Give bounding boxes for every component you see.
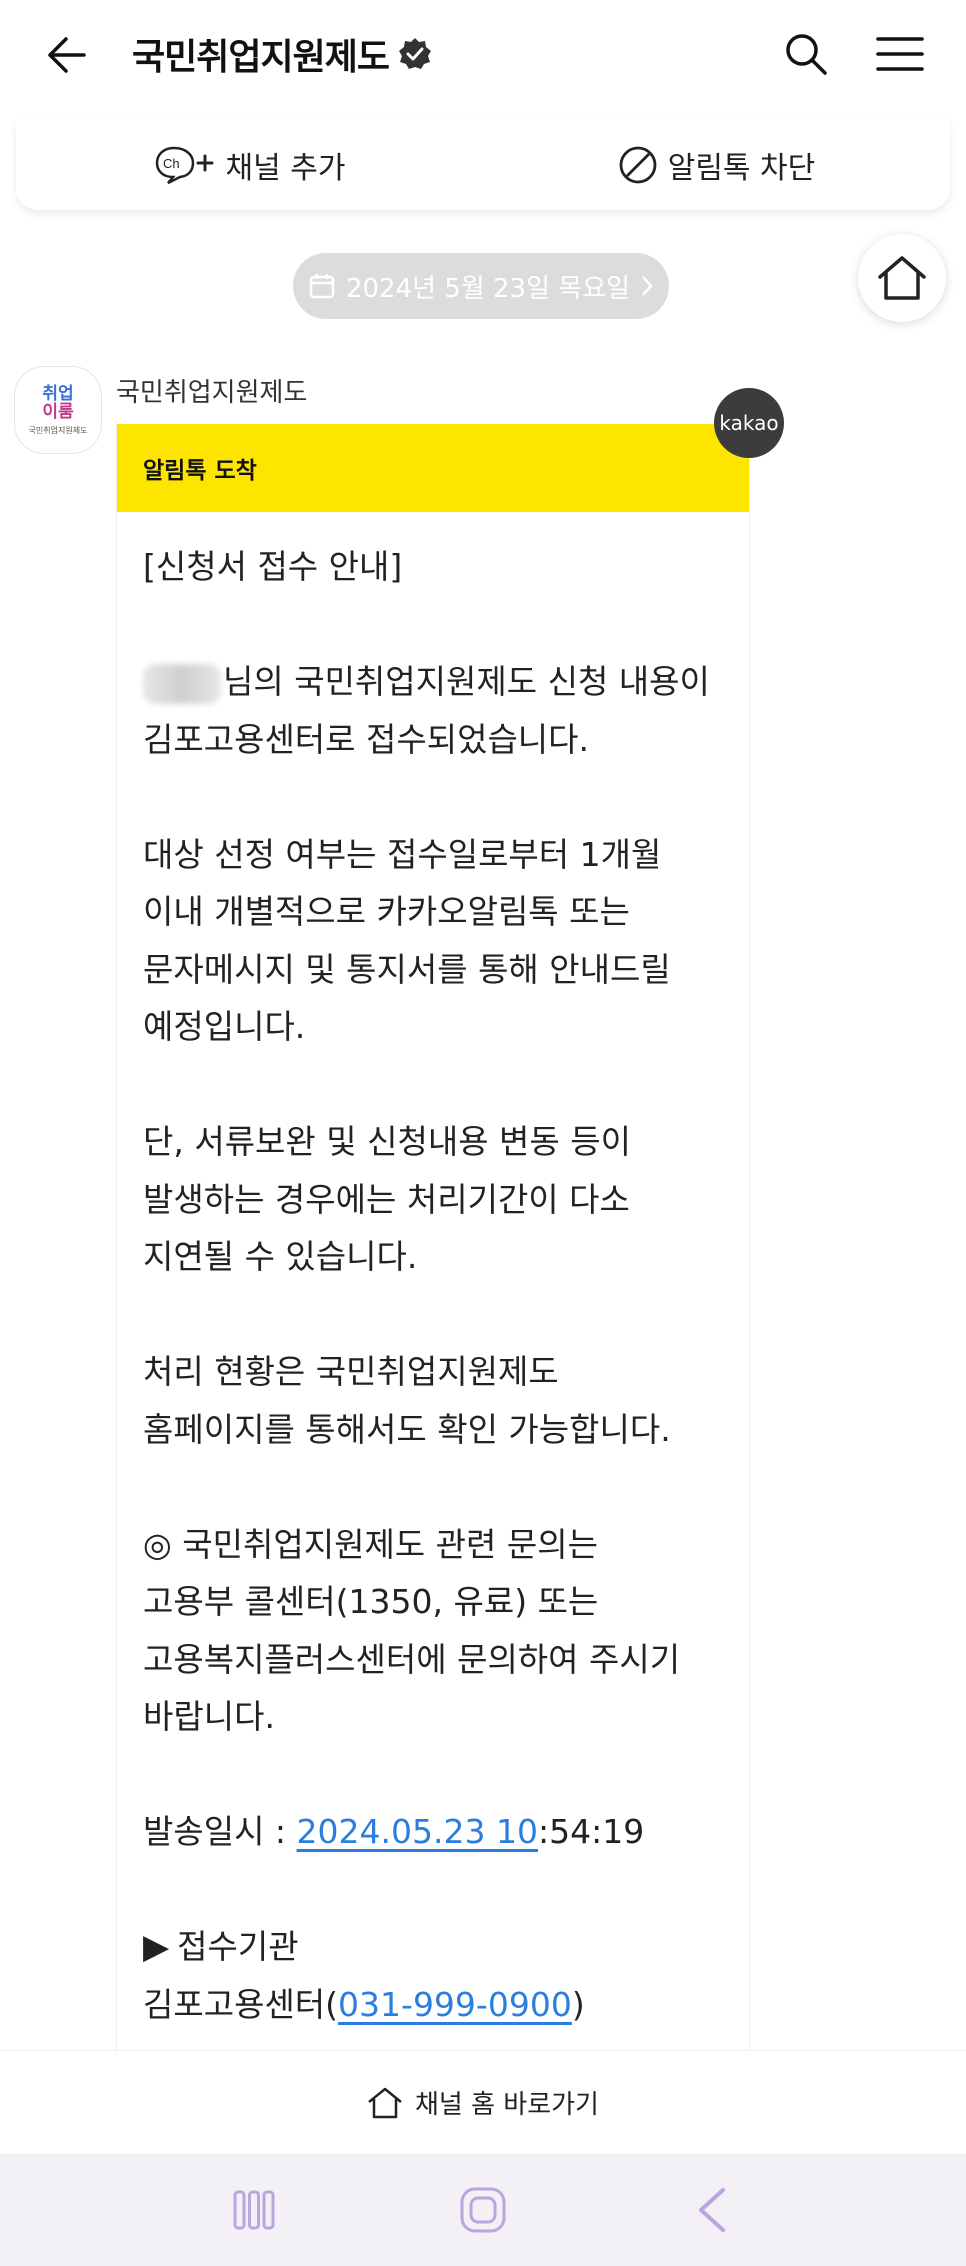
floating-home-button[interactable] <box>858 234 946 322</box>
back-button[interactable] <box>36 22 96 88</box>
message-line: 바랍니다. <box>143 1697 275 1736</box>
message-line: 고용복지플러스센터에 문의하여 주시기 <box>143 1639 681 1679</box>
message-line: 단, 서류보완 및 신청내용 변동 등이 <box>143 1122 631 1161</box>
sent-date-link[interactable]: 2024.05.23 10 <box>297 1812 538 1851</box>
message-line: 고용부 콜센터(1350, 유료) 또는 <box>143 1582 599 1621</box>
alimtalk-header: 알림톡 도착 <box>117 424 749 512</box>
hamburger-menu-icon <box>876 37 924 71</box>
message-line: 대상 선정 여부는 접수일로부터 1개월 <box>143 834 662 874</box>
channel-avatar[interactable]: 취업 이룸 국민취업지원제도 <box>14 366 102 454</box>
alimtalk-message-bubble: 알림톡 도착 [신청서 접수 안내] 님의 국민취업지원제도 신청 내용이 김포… <box>116 424 750 2064</box>
agency-phone-link[interactable]: 031-999-0900 <box>338 1985 572 2024</box>
channel-title: 국민취업지원제도 <box>132 37 390 78</box>
message-line: 김포고용센터로 접수되었습니다. <box>143 719 590 759</box>
message-line: 이내 개별적으로 카카오알림톡 또는 <box>143 892 630 931</box>
avatar-logo-line1: 취업 <box>42 383 74 404</box>
message-line: [신청서 접수 안내] <box>143 547 403 586</box>
back-nav-button[interactable] <box>672 2170 752 2250</box>
message-line: 발생하는 경우에는 처리기간이 다소 <box>143 1179 630 1219</box>
menu-button[interactable] <box>868 24 932 84</box>
block-notification-label: 알림톡 차단 <box>667 151 816 186</box>
channel-add-icon: Ch <box>154 144 216 186</box>
home-nav-button[interactable] <box>443 2170 523 2250</box>
block-notification-button[interactable]: 알림톡 차단 <box>483 120 950 210</box>
system-navigation-bar <box>0 2154 966 2266</box>
channel-title-group: 국민취업지원제도 <box>132 28 433 80</box>
agency-heading: ▶ 접수기관 <box>143 1918 723 1976</box>
channel-action-bar: Ch 채널 추가 알림톡 차단 <box>16 120 950 210</box>
date-divider[interactable]: 2024년 5월 23일 목요일 <box>293 253 669 319</box>
chevron-right-icon <box>642 276 653 296</box>
message-line: 예정입니다. <box>143 1007 306 1046</box>
home-square-icon <box>460 2187 506 2233</box>
recent-apps-button[interactable] <box>214 2170 294 2250</box>
date-label: 2024년 5월 23일 목요일 <box>345 273 631 304</box>
message-line: ◎ 국민취업지원제도 관련 문의는 <box>143 1524 598 1564</box>
message-line: 지연될 수 있습니다. <box>143 1237 418 1276</box>
search-icon <box>786 34 827 75</box>
channel-home-shortcut[interactable]: 채널 홈 바로가기 <box>0 2050 966 2154</box>
chevron-left-icon <box>698 2188 725 2232</box>
add-channel-button[interactable]: Ch 채널 추가 <box>16 120 483 210</box>
recent-apps-icon <box>233 2190 275 2230</box>
chat-screen: 국민취업지원제도 Ch 채널 추가 알림톡 차단 2024년 5월 23일 목요… <box>0 0 966 2266</box>
channel-home-label: 채널 홈 바로가기 <box>415 2090 599 2120</box>
search-button[interactable] <box>776 24 836 84</box>
avatar-caption: 국민취업지원제도 <box>28 425 88 435</box>
add-channel-label: 채널 추가 <box>225 151 346 186</box>
message-body: [신청서 접수 안내] 님의 국민취업지원제도 신청 내용이 김포고용센터로 접… <box>117 512 749 2033</box>
calendar-icon <box>309 274 335 299</box>
message-line: 문자메시지 및 통지서를 통해 안내드릴 <box>143 949 671 989</box>
alimtalk-header-label: 알림톡 도착 <box>143 458 257 484</box>
sender-name: 국민취업지원제도 <box>116 378 308 408</box>
block-icon <box>618 145 658 185</box>
avatar-logo-line2: 이룸 <box>42 401 74 422</box>
top-bar: 국민취업지원제도 <box>0 0 966 110</box>
play-triangle-icon: ▶ <box>143 1927 170 1967</box>
agency-contact-line: 김포고용센터(031-999-0900) <box>143 1984 585 2024</box>
svg-text:Ch: Ch <box>163 156 180 171</box>
sent-datetime-line: 발송일시 : 2024.05.23 10:54:19 <box>143 1812 645 1851</box>
kakao-badge: kakao <box>714 388 784 458</box>
verified-badge-icon <box>397 36 433 72</box>
arrow-left-icon <box>48 37 86 73</box>
message-line: 홈페이지를 통해서도 확인 가능합니다. <box>143 1409 671 1449</box>
redacted-name <box>143 663 221 704</box>
home-icon <box>878 256 926 300</box>
message-line: 님의 국민취업지원제도 신청 내용이 <box>143 653 723 711</box>
message-line: 처리 현황은 국민취업지원제도 <box>143 1352 559 1391</box>
home-icon <box>368 2087 402 2118</box>
